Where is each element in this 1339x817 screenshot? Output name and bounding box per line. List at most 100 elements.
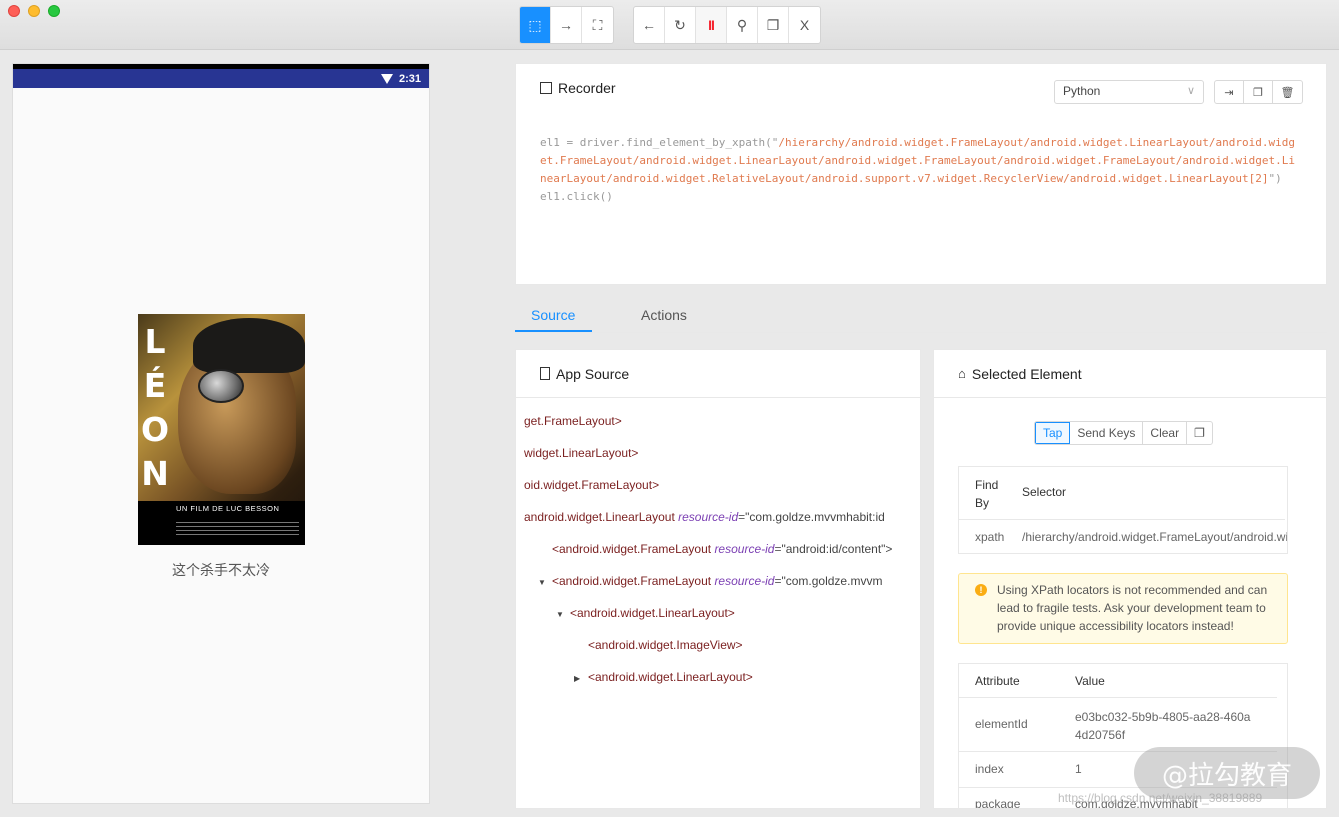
copy-icon: ❐ xyxy=(766,16,780,33)
poster-credit: UN FILM DE LUC BESSON xyxy=(176,504,280,513)
chevron-down-icon: ∨ xyxy=(1186,85,1195,97)
copy-code-button[interactable]: ❐ xyxy=(1244,81,1273,103)
status-time: 2:31 xyxy=(398,72,421,85)
selector-header: Selector xyxy=(1022,485,1067,499)
tree-node[interactable]: ▼ <android.widget.FrameLayout resource-id… xyxy=(538,574,882,588)
recorder-actions: ⇥ ❐ 🗑 xyxy=(1214,80,1303,104)
find-by-value: xpath xyxy=(975,530,1005,544)
recorder-panel: Recorder Python ∨ ⇥ ❐ 🗑 el1 = driver.fin… xyxy=(515,63,1327,285)
tree-node[interactable]: widget.LinearLayout> xyxy=(516,446,639,460)
android-status-bar: 2:31 xyxy=(13,64,429,88)
tap-button[interactable]: Tap xyxy=(1035,422,1071,444)
close-button[interactable]: X xyxy=(789,7,820,43)
node-tag: <android.widget.LinearLayout> xyxy=(588,670,753,684)
movie-poster[interactable]: LÉON UN FILM DE LUC BESSON xyxy=(138,314,305,545)
tree-node[interactable]: get.FrameLayout> xyxy=(516,414,622,428)
window-titlebar: ⬚ → ⛶ ← ↻ II ⚲ ❐ X xyxy=(0,0,1339,50)
clear-code-button[interactable]: 🗑 xyxy=(1273,81,1302,103)
copy-attributes-button[interactable]: ❐ xyxy=(1187,422,1212,444)
search-icon: ⚲ xyxy=(736,16,748,33)
node-tag: get.FrameLayout> xyxy=(524,414,622,428)
app-source-panel: App Source get.FrameLayout> widget.Linear… xyxy=(515,349,921,809)
node-attribute: resource-id xyxy=(714,542,775,556)
selector-table: Find By Selector xpath /hierarchy/androi… xyxy=(958,466,1288,554)
selector-value[interactable]: /hierarchy/android.widget.FrameLayout/an… xyxy=(1022,530,1287,544)
node-attribute-value: "com.goldze.mvvmhabit:id xyxy=(745,510,885,524)
attribute-name: index xyxy=(975,762,1004,776)
copy-button[interactable]: ❐ xyxy=(758,7,789,43)
pause-recording-button[interactable]: II xyxy=(696,7,727,43)
node-tag: <android.widget.ImageView> xyxy=(588,638,743,652)
attribute-value: 1 xyxy=(1075,762,1082,776)
wifi-icon xyxy=(380,73,393,84)
node-tag: widget.LinearLayout> xyxy=(524,446,639,460)
tag-icon: ⌂ xyxy=(958,366,966,381)
tap-coordinates-button[interactable]: ⛶ xyxy=(582,7,613,43)
recorder-header: Recorder xyxy=(516,64,1326,112)
movie-title[interactable]: 这个杀手不太冷 xyxy=(13,560,429,580)
tree-node[interactable]: ▶ <android.widget.LinearLayout> xyxy=(574,670,753,684)
tree-node[interactable]: oid.widget.FrameLayout> xyxy=(516,478,660,492)
zoom-window-button[interactable] xyxy=(48,5,60,17)
attribute-name: elementId xyxy=(975,717,1028,731)
attribute-header: Attribute xyxy=(975,674,1020,688)
poster-title-letters: LÉON xyxy=(140,320,170,496)
refresh-icon: ↻ xyxy=(674,16,686,33)
tab-actions[interactable]: Actions xyxy=(641,307,687,323)
tree-node[interactable]: <android.widget.ImageView> xyxy=(574,638,743,652)
value-header: Value xyxy=(1075,674,1105,688)
tree-node[interactable]: android.widget.LinearLayout resource-id=… xyxy=(516,510,885,524)
selected-element-panel: ⌂ Selected Element Tap Send Keys Clear ❐… xyxy=(933,349,1327,809)
close-window-button[interactable] xyxy=(8,5,20,17)
element-action-buttons: Tap Send Keys Clear ❐ xyxy=(1034,421,1213,445)
caret-down-icon[interactable]: ▼ xyxy=(556,610,570,619)
attribute-value: e03bc032-5b9b-4805-aa28-460a4d20756f xyxy=(1075,710,1251,742)
node-tag: android.widget.LinearLayout xyxy=(524,510,679,524)
select-element-icon: ⬚ xyxy=(528,16,542,33)
app-source-title: App Source xyxy=(556,365,630,382)
tree-node[interactable]: <android.widget.FrameLayout resource-id=… xyxy=(538,542,892,556)
tap-coordinates-icon: ⛶ xyxy=(592,16,603,33)
caret-down-icon[interactable]: ▼ xyxy=(538,578,552,587)
tab-source[interactable]: Source xyxy=(531,307,575,323)
warning-icon: ! xyxy=(975,584,987,596)
node-attribute: resource-id xyxy=(714,574,775,588)
minimize-window-button[interactable] xyxy=(28,5,40,17)
node-attribute-value: "android:id/content"> xyxy=(781,542,893,556)
watermark-logo: @拉勾教育 xyxy=(1134,747,1320,799)
select-element-button[interactable]: ⬚ xyxy=(520,7,551,43)
refresh-button[interactable]: ↻ xyxy=(665,7,696,43)
file-icon xyxy=(540,367,550,380)
caret-right-icon[interactable]: ▶ xyxy=(574,674,588,683)
language-select[interactable]: Python ∨ xyxy=(1054,80,1204,104)
close-icon: X xyxy=(799,17,810,33)
node-tag: <android.widget.FrameLayout xyxy=(552,574,715,588)
recorder-title: Recorder xyxy=(558,80,616,96)
node-attribute: resource-id xyxy=(678,510,739,524)
active-tab-indicator xyxy=(515,330,592,332)
poster-letter: N xyxy=(141,454,169,493)
recorded-code: el1 = driver.find_element_by_xpath("/hie… xyxy=(540,136,1295,203)
node-tag: oid.widget.FrameLayout> xyxy=(524,478,660,492)
tree-node[interactable]: ▼ <android.widget.LinearLayout> xyxy=(556,606,735,620)
pause-recording-icon: II xyxy=(708,17,715,33)
search-button[interactable]: ⚲ xyxy=(727,7,758,43)
send-keys-button[interactable]: Send Keys xyxy=(1070,422,1144,444)
node-tag: <android.widget.FrameLayout xyxy=(552,542,715,556)
back-arrow-button[interactable]: ← xyxy=(634,7,665,43)
poster-letter: É xyxy=(143,366,167,405)
poster-letter: O xyxy=(140,410,170,449)
clear-button[interactable]: Clear xyxy=(1143,422,1188,444)
device-screenshot[interactable]: 2:31 LÉON UN FILM DE LUC BESSON 这个杀手不太冷 xyxy=(12,63,430,804)
selected-element-header: ⌂ Selected Element xyxy=(934,350,1326,398)
attribute-name: package xyxy=(975,797,1021,809)
inspector-tabs: Source Actions xyxy=(515,300,1327,333)
node-attribute-value: "com.goldze.mvvm xyxy=(781,574,883,588)
terminal-icon xyxy=(540,82,552,94)
find-by-header: Find By xyxy=(975,478,999,510)
show-boilerplate-button[interactable]: ⇥ xyxy=(1215,81,1244,103)
swipe-arrow-button[interactable]: → xyxy=(551,7,582,43)
selected-element-title: Selected Element xyxy=(971,365,1082,382)
interaction-mode-group: ⬚ → ⛶ xyxy=(519,6,614,44)
session-actions-group: ← ↻ II ⚲ ❐ X xyxy=(633,6,821,44)
